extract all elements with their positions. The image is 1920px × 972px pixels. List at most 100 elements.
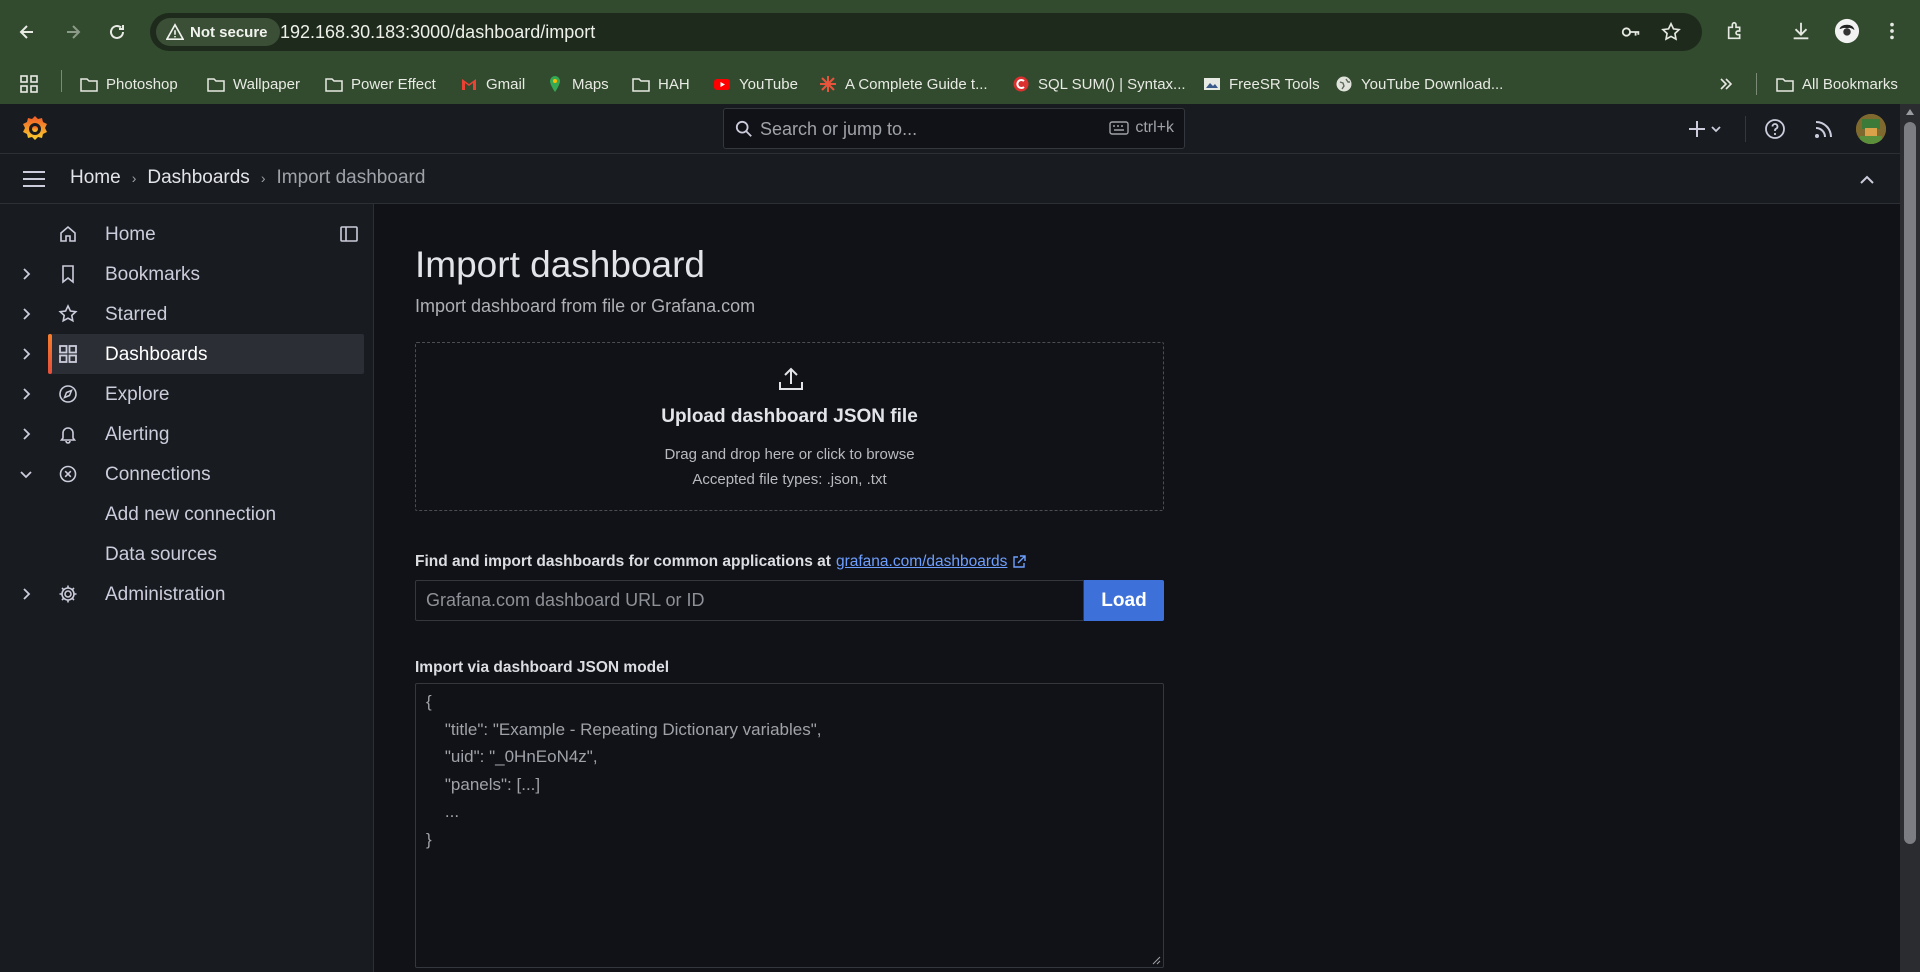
download-icon [1793,22,1809,40]
json-placeholder-line: ... [426,802,460,821]
sidebar-item-label: Data sources [105,544,217,565]
bookmarks-overflow-button[interactable] [1717,72,1735,96]
bookmark-item[interactable]: Photoshop [80,72,178,96]
sidebar-item-data-sources[interactable]: Data sources [48,534,364,574]
find-dashboards-label: Find and import dashboards for common ap… [415,553,1027,571]
news-button[interactable] [1813,116,1835,142]
external-link-icon[interactable] [1012,555,1027,569]
help-button[interactable] [1764,116,1786,142]
browser-chrome: Not secure 192.168.30.183:3000/dashboard… [0,0,1920,104]
main-content: Import dashboard Import dashboard from f… [375,204,1900,972]
breadcrumb-separator-icon: › [260,170,266,186]
folder-icon [632,78,650,92]
forward-button[interactable] [57,16,89,48]
chevron-right-icon[interactable] [18,266,34,282]
sidebar-item-label: Connections [105,464,211,485]
sidebar-item-label: Dashboards [105,344,208,365]
bookmark-label: Maps [572,75,609,93]
bookmark-item[interactable]: YouTube Download... [1335,72,1503,96]
new-menu-button[interactable] [1688,116,1724,142]
rss-icon [1815,121,1832,138]
sidebar-item-add-new-connection[interactable]: Add new connection [48,494,364,534]
key-icon[interactable] [1620,21,1642,43]
reload-button[interactable] [101,16,133,48]
bookmarks-bar: Photoshop Wallpaper Power Effect Gmail Maps H… [0,64,1920,104]
security-chip[interactable]: Not secure [156,18,280,46]
search-placeholder: Search or jump to... [760,119,918,139]
json-placeholder-line: } [426,829,432,849]
grafana-logo-icon[interactable] [20,114,50,144]
globe-icon [1336,76,1352,92]
load-button[interactable]: Load [1084,580,1164,621]
bookmark-item[interactable]: Wallpaper [207,72,300,96]
folder-icon [207,78,225,92]
downloads-button[interactable] [1787,17,1815,45]
grafana-dashboards-link[interactable]: grafana.com/dashboards [836,553,1007,571]
url-text: 192.168.30.183:3000/dashboard/import [280,22,596,42]
address-bar[interactable]: Not secure 192.168.30.183:3000/dashboard… [150,13,1702,51]
topbar-divider [1745,116,1746,142]
bookmark-item[interactable]: A Complete Guide t... [819,72,988,96]
reload-icon [110,24,124,39]
json-model-textarea[interactable]: { "title": "Example - Repeating Dictiona… [415,683,1164,968]
breadcrumb-home[interactable]: Home [70,167,121,189]
upload-file-types: Accepted file types: .json, .txt [692,471,887,488]
extensions-button[interactable] [1722,17,1750,45]
back-button[interactable] [11,16,43,48]
security-label: Not secure [190,23,268,41]
chevron-up-icon[interactable] [1856,169,1878,191]
all-bookmarks-button[interactable]: All Bookmarks [1776,72,1898,96]
sidebar-item-label: Administration [105,584,226,605]
upload-dropzone[interactable]: Upload dashboard JSON file Drag and drop… [415,342,1164,511]
all-bookmarks-label: All Bookmarks [1802,75,1898,93]
chrome-menu-button[interactable] [1878,17,1906,45]
youtube-icon [714,79,730,90]
keyboard-icon [1109,121,1130,135]
bookmark-label: HAH [658,75,690,93]
bookmark-label: FreeSR Tools [1229,75,1320,93]
sidebar-item-administration[interactable]: Administration [23,574,364,614]
page-title: Import dashboard [415,244,706,285]
bookmark-label: SQL SUM() | Syntax... [1038,75,1186,93]
sidebar-item-bookmarks[interactable]: Bookmarks [23,254,364,294]
bookmark-label: Gmail [486,75,526,93]
page-subtitle: Import dashboard from file or Grafana.co… [415,296,756,316]
scrollbar-thumb[interactable] [1904,122,1916,844]
chevron-right-icon[interactable] [18,386,34,402]
sidebar-item-label: Add new connection [105,504,277,525]
sidebar-item-alerting[interactable]: Alerting [23,414,364,454]
user-avatar-icon [1856,114,1886,144]
breadcrumb-dashboards[interactable]: Dashboards [147,167,249,189]
sidebar-item-explore[interactable]: Explore [23,374,364,414]
chevron-right-icon[interactable] [18,426,34,442]
bookmark-item[interactable]: Gmail [460,72,525,96]
sidebar-item-dashboards[interactable]: Dashboards [23,334,364,374]
resize-grip-icon[interactable] [1152,956,1161,965]
chevron-right-icon[interactable] [18,586,34,602]
bookmark-label: Wallpaper [233,75,300,93]
chevron-down-icon[interactable] [18,466,34,482]
profile-button[interactable] [1833,17,1861,45]
sidebar-item-home[interactable]: Home [48,214,364,254]
apps-button[interactable] [20,72,38,96]
browser-toolbar: Not secure 192.168.30.183:3000/dashboard… [0,0,1920,64]
bookmark-item[interactable]: SQL SUM() | Syntax... [1012,72,1186,96]
sidebar-item-connections[interactable]: Connections [20,454,364,494]
chevron-right-icon[interactable] [18,346,34,362]
user-avatar[interactable] [1856,114,1886,144]
star-bookmark-icon[interactable] [1660,21,1682,43]
bookmark-item[interactable]: Maps [546,72,609,96]
bookmark-item[interactable]: FreeSR Tools [1203,72,1320,96]
bookmark-item[interactable]: YouTube [713,72,798,96]
sidebar-item-starred[interactable]: Starred [23,294,364,334]
grafana-url-input[interactable] [415,580,1084,621]
bookmark-item[interactable]: Power Effect [325,72,436,96]
menu-hamburger-icon[interactable] [22,170,46,188]
bookmark-item[interactable]: HAH [632,72,690,96]
chevron-right-icon[interactable] [18,306,34,322]
json-model-label: Import via dashboard JSON model [415,659,670,676]
search-box[interactable]: Search or jump to... ctrl+k [723,108,1185,149]
scroll-up-arrow-icon[interactable] [1905,108,1915,116]
breadcrumb-separator-icon: › [131,170,137,186]
maps-icon [550,76,560,92]
